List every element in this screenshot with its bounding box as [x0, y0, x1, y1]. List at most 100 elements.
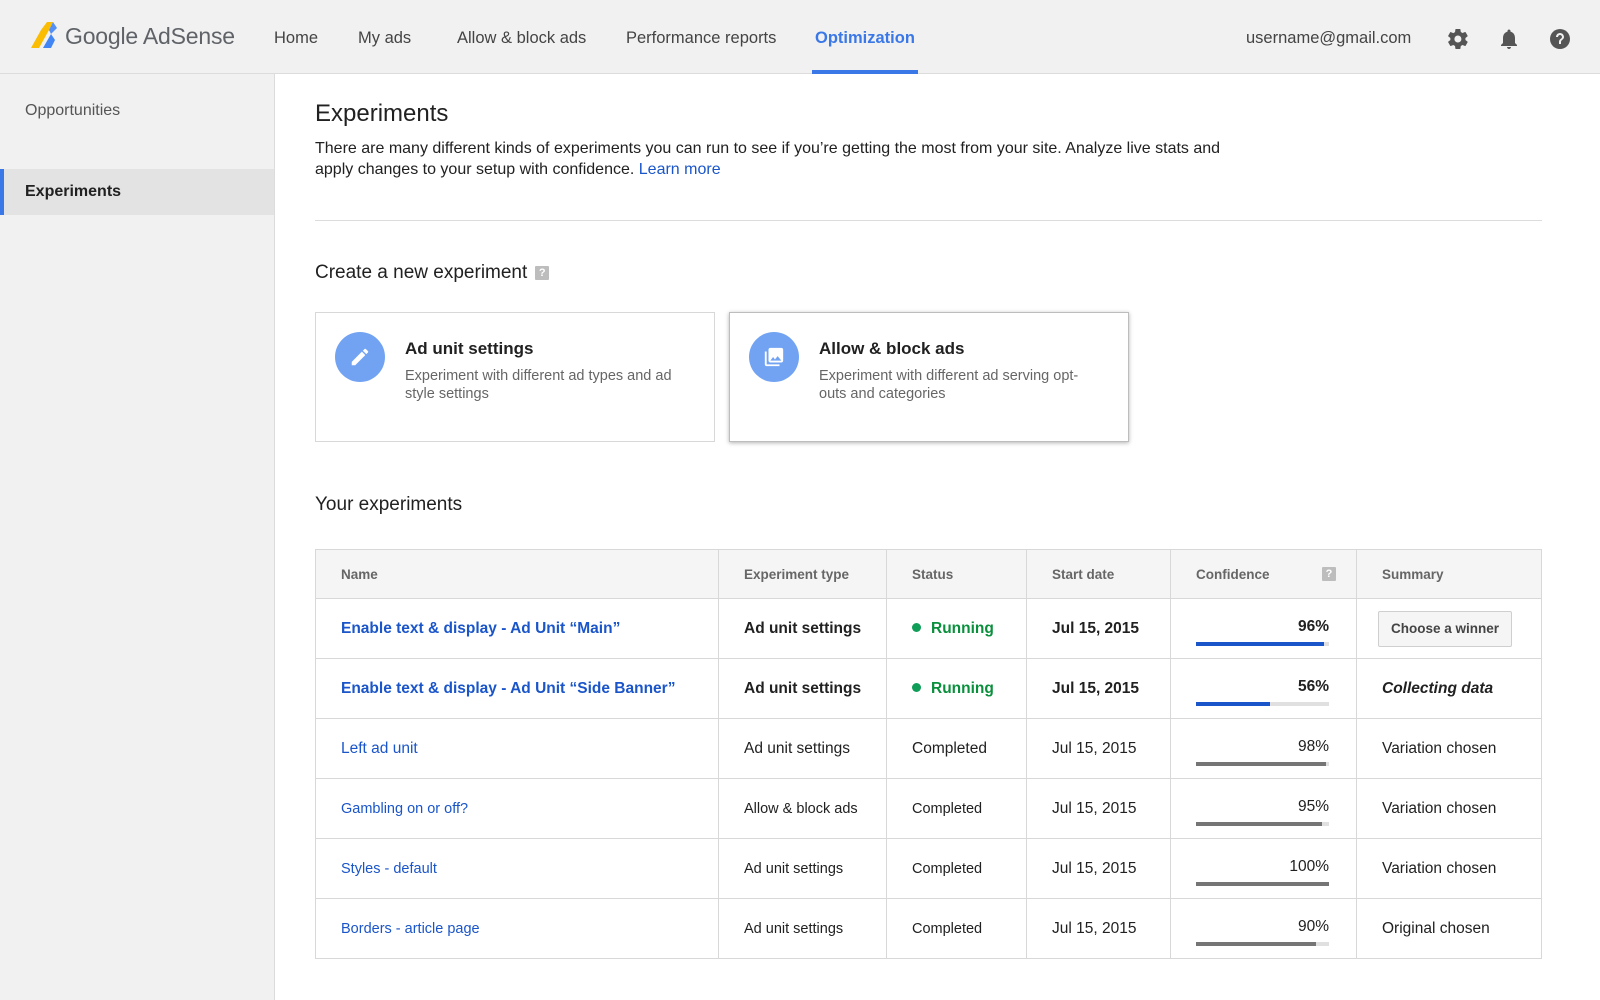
create-experiment-heading: Create a new experiment?: [315, 262, 550, 284]
cell-start-date: Jul 15, 2015: [1026, 898, 1171, 959]
cell-name: Left ad unit: [315, 718, 719, 779]
confidence-bar-track: [1196, 881, 1329, 886]
confidence-meter: 90%: [1196, 909, 1329, 949]
nav-performance-reports[interactable]: Performance reports: [626, 0, 776, 74]
cell-type: Ad unit settings: [718, 898, 887, 959]
confidence-bar-track: [1196, 701, 1329, 706]
confidence-bar-track: [1196, 941, 1329, 946]
cell-start-date: Jul 15, 2015: [1026, 598, 1171, 659]
card-title: Allow & block ads: [819, 339, 965, 358]
col-name[interactable]: Name: [315, 549, 719, 599]
status-running-dot-icon: [912, 682, 921, 692]
cell-status: Completed: [886, 718, 1027, 779]
confidence-value: 90%: [1297, 917, 1329, 935]
intro-paragraph: There are many different kinds of experi…: [315, 140, 1221, 178]
cell-name: Borders - article page: [315, 898, 719, 959]
adsense-logo-icon: [27, 20, 59, 52]
nav-allow-block-ads[interactable]: Allow & block ads: [457, 0, 586, 74]
experiment-name-link[interactable]: Gambling on or off?: [341, 801, 468, 817]
your-experiments-heading: Your experiments: [315, 494, 463, 515]
confidence-bar-fill: [1196, 941, 1316, 946]
confidence-value: 96%: [1297, 617, 1329, 635]
col-status[interactable]: Status: [886, 549, 1027, 599]
cell-type: Ad unit settings: [718, 598, 887, 659]
table-row: Left ad unit Ad unit settings Completed …: [315, 718, 1542, 779]
account-email[interactable]: username@gmail.com: [1246, 0, 1411, 76]
help-circle-icon[interactable]: [1548, 27, 1572, 51]
choose-winner-button[interactable]: Choose a winner: [1378, 610, 1513, 647]
image-icon: [749, 332, 799, 382]
sidebar: Opportunities Experiments: [0, 74, 275, 1000]
experiment-name-link[interactable]: Borders - article page: [341, 921, 480, 937]
nav-optimization[interactable]: Optimization: [815, 0, 915, 74]
status-running-dot-icon: [912, 622, 921, 632]
table-header-row: Name Experiment type Status Start date C…: [315, 549, 1542, 599]
col-confidence[interactable]: Confidence?: [1170, 549, 1357, 599]
col-experiment-type[interactable]: Experiment type: [718, 549, 887, 599]
confidence-bar-track: [1196, 641, 1329, 646]
cell-status: Completed: [886, 898, 1027, 959]
allow-block-ads-card[interactable]: Allow & block ads Experiment with differ…: [729, 312, 1129, 442]
sidebar-item-experiments[interactable]: Experiments: [0, 169, 274, 215]
pencil-icon: [335, 332, 385, 382]
experiment-name-link[interactable]: Left ad unit: [341, 740, 418, 757]
learn-more-link[interactable]: Learn more: [639, 161, 721, 178]
create-experiment-title: Create a new experiment: [315, 262, 528, 283]
cell-confidence: 96%: [1170, 598, 1357, 659]
status-text: Running: [931, 679, 994, 697]
confidence-meter: 95%: [1196, 789, 1329, 829]
cell-name: Enable text & display - Ad Unit “Main”: [315, 598, 719, 659]
cell-type: Ad unit settings: [718, 838, 887, 899]
page-title: Experiments: [315, 100, 449, 127]
cell-status: Completed: [886, 778, 1027, 839]
cell-summary: Collecting data: [1356, 658, 1542, 719]
cell-status: Running: [886, 658, 1027, 719]
cell-name: Enable text & display - Ad Unit “Side Ba…: [315, 658, 719, 719]
cell-start-date: Jul 15, 2015: [1026, 838, 1171, 899]
help-icon[interactable]: ?: [1322, 567, 1336, 581]
intro-text: There are many different kinds of experi…: [315, 138, 1255, 180]
help-icon[interactable]: ?: [535, 266, 550, 280]
nav-my-ads[interactable]: My ads: [358, 0, 411, 74]
col-start-date[interactable]: Start date: [1026, 549, 1171, 599]
confidence-meter: 56%: [1196, 669, 1329, 709]
cell-confidence: 95%: [1170, 778, 1357, 839]
brand-name: Google AdSense: [65, 22, 235, 49]
sidebar-item-opportunities[interactable]: Opportunities: [0, 88, 274, 134]
col-summary[interactable]: Summary: [1356, 549, 1542, 599]
experiment-name-link[interactable]: Enable text & display - Ad Unit “Side Ba…: [341, 680, 675, 697]
cell-summary: Variation chosen: [1356, 718, 1542, 779]
cell-start-date: Jul 15, 2015: [1026, 658, 1171, 719]
experiment-name-link[interactable]: Enable text & display - Ad Unit “Main”: [341, 620, 620, 637]
top-app-bar: Google AdSense Home My ads Allow & block…: [0, 0, 1600, 74]
confidence-bar-fill: [1196, 761, 1327, 766]
confidence-value: 98%: [1297, 737, 1329, 755]
cell-status: Completed: [886, 838, 1027, 899]
gear-icon[interactable]: [1446, 27, 1470, 51]
divider: [315, 220, 1542, 221]
card-description: Experiment with different ad serving opt…: [819, 368, 1079, 402]
experiment-name-link[interactable]: Styles - default: [341, 861, 437, 877]
bell-icon[interactable]: [1497, 27, 1521, 51]
card-description: Experiment with different ad types and a…: [405, 368, 672, 402]
confidence-bar-track: [1196, 821, 1329, 826]
nav-home[interactable]: Home: [274, 0, 318, 74]
brand[interactable]: Google AdSense: [27, 20, 235, 52]
confidence-value: 95%: [1297, 797, 1329, 815]
confidence-value: 100%: [1289, 857, 1329, 875]
status-text: Running: [931, 619, 994, 637]
table-row: Styles - default Ad unit settings Comple…: [315, 838, 1542, 899]
cell-start-date: Jul 15, 2015: [1026, 718, 1171, 779]
cell-summary: Variation chosen: [1356, 778, 1542, 839]
active-tab-indicator: [812, 70, 918, 74]
ad-unit-settings-card[interactable]: Ad unit settings Experiment with differe…: [315, 312, 715, 442]
table-row: Enable text & display - Ad Unit “Side Ba…: [315, 658, 1542, 719]
cell-type: Allow & block ads: [718, 778, 887, 839]
cell-summary: Variation chosen: [1356, 838, 1542, 899]
confidence-meter: 98%: [1196, 729, 1329, 769]
cell-confidence: 90%: [1170, 898, 1357, 959]
cell-confidence: 56%: [1170, 658, 1357, 719]
cell-status: Running: [886, 598, 1027, 659]
cell-type: Ad unit settings: [718, 718, 887, 779]
card-title: Ad unit settings: [405, 339, 534, 358]
